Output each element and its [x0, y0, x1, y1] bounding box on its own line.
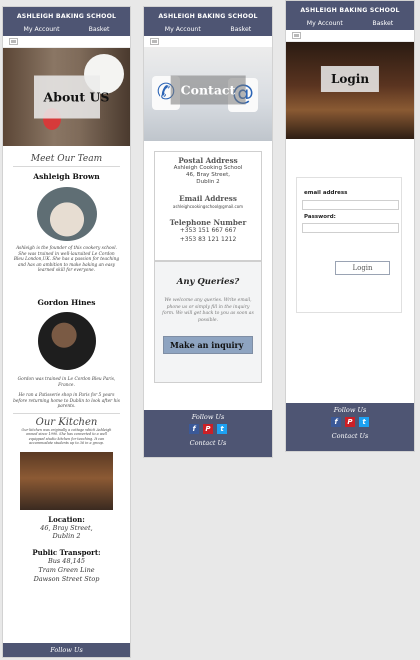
- login-hero: Login: [286, 42, 414, 139]
- phone-title: Telephone Number: [169, 218, 247, 227]
- social-links: f P t: [144, 424, 272, 434]
- login-button[interactable]: Login: [335, 261, 390, 275]
- about-page-screen: ASHLEIGH BAKING SCHOOL My Account Basket…: [2, 6, 131, 658]
- brand-title[interactable]: ASHLEIGH BAKING SCHOOL: [3, 7, 130, 23]
- nav-basket[interactable]: Basket: [89, 26, 110, 33]
- transport-label: Public Transport:: [32, 547, 101, 557]
- nav-my-account[interactable]: My Account: [307, 20, 343, 27]
- contact-hero: ✆ @ Contact: [144, 48, 272, 141]
- phone-line[interactable]: +353 151 667 667: [155, 227, 261, 236]
- brand-title[interactable]: ASHLEIGH BAKING SCHOOL: [286, 1, 414, 17]
- contact-hero-title: Contact: [170, 75, 246, 105]
- twitter-icon[interactable]: t: [359, 417, 369, 427]
- facebook-icon[interactable]: f: [331, 417, 341, 427]
- postal-line: Dublin 2: [196, 179, 220, 185]
- email-input[interactable]: [302, 200, 399, 210]
- brand-title[interactable]: ASHLEIGH BAKING SCHOOL: [144, 7, 272, 23]
- hamburger-icon[interactable]: [292, 32, 301, 39]
- navbar: ASHLEIGH BAKING SCHOOL My Account Basket: [286, 1, 414, 30]
- password-input[interactable]: [302, 223, 399, 233]
- menu-toggle[interactable]: [286, 30, 414, 42]
- facebook-icon[interactable]: f: [189, 424, 199, 434]
- nav-basket[interactable]: Basket: [230, 26, 251, 33]
- member-bio-extra: He ran a Patisserie shop in Paris for 5 …: [13, 393, 120, 410]
- social-links: f P t: [286, 417, 414, 427]
- email-title: Email Address: [179, 194, 237, 203]
- kitchen-photo: [20, 451, 113, 510]
- menu-toggle[interactable]: [3, 36, 130, 48]
- hamburger-icon[interactable]: [150, 38, 159, 45]
- contact-us-link[interactable]: Contact Us: [286, 432, 414, 440]
- member-photo: [37, 311, 96, 370]
- inquiry-button[interactable]: Make an inquiry: [163, 336, 253, 354]
- footer: Follow Us f P t Contact Us: [286, 403, 414, 451]
- phone-line[interactable]: +353 83 121 1212: [155, 236, 261, 245]
- kitchen-heading: Our Kitchen: [35, 416, 98, 428]
- queries-title: Any Queries?: [176, 277, 240, 287]
- pinterest-icon[interactable]: P: [203, 424, 213, 434]
- member-photo: [36, 187, 97, 241]
- follow-us-label: Follow Us: [191, 413, 225, 421]
- member-name: Gordon Hines: [37, 297, 96, 307]
- nav-basket[interactable]: Basket: [372, 20, 393, 27]
- twitter-icon[interactable]: t: [217, 424, 227, 434]
- location-line: Dublin 2: [52, 531, 81, 540]
- postal-line: 46, Bray Street,: [185, 172, 231, 178]
- login-page-screen: ASHLEIGH BAKING SCHOOL My Account Basket…: [285, 0, 415, 452]
- login-hero-title: Login: [320, 65, 380, 92]
- follow-us-label: Follow Us: [333, 406, 367, 414]
- queries-card: Any Queries? We welcome any queries. Wri…: [154, 261, 262, 383]
- transport-line: Dawson Street Stop: [33, 574, 100, 583]
- nav-my-account[interactable]: My Account: [165, 26, 201, 33]
- postal-title: Postal Address: [178, 156, 238, 165]
- hamburger-icon[interactable]: [9, 38, 18, 45]
- navbar: ASHLEIGH BAKING SCHOOL My Account Basket: [144, 7, 272, 36]
- footer: Follow Us: [3, 643, 130, 657]
- nav-my-account[interactable]: My Account: [24, 26, 60, 33]
- divider: [13, 412, 120, 414]
- member-name: Ashleigh Brown: [33, 172, 100, 181]
- about-hero: About US: [3, 48, 130, 146]
- footer: Follow Us f P t Contact Us: [144, 410, 272, 457]
- navbar: ASHLEIGH BAKING SCHOOL My Account Basket: [3, 7, 130, 36]
- email-value[interactable]: ashleighcookingschool@gmail.com: [155, 203, 261, 210]
- member-bio: Gordon was trained in Le Cordon Bleu Par…: [17, 376, 116, 388]
- team-heading: Meet Our Team: [30, 154, 103, 164]
- menu-toggle[interactable]: [144, 36, 272, 48]
- postal-line: Ashleigh Cooking School: [173, 165, 243, 171]
- about-hero-title: About US: [33, 75, 109, 119]
- login-form: email address Password: Login: [296, 177, 402, 313]
- kitchen-description: Our kitchen was originally a cottage whi…: [21, 427, 112, 446]
- location-label: Location:: [48, 514, 85, 524]
- member-bio: Ashleigh is the founder of this cookery …: [13, 246, 120, 274]
- queries-text: We welcome any queries. Write email, pho…: [162, 298, 254, 323]
- location-line: 46, Bray Street,: [40, 523, 93, 532]
- transport-line: Bus 48,145: [47, 556, 86, 565]
- follow-us-label: Follow Us: [50, 646, 83, 654]
- pinterest-icon[interactable]: P: [345, 417, 355, 427]
- contact-us-link[interactable]: Contact Us: [144, 439, 272, 447]
- contact-page-screen: ASHLEIGH BAKING SCHOOL My Account Basket…: [143, 6, 273, 458]
- address-card: Postal Address Ashleigh Cooking School 4…: [154, 151, 262, 261]
- transport-line: Tram Green Line: [38, 565, 95, 574]
